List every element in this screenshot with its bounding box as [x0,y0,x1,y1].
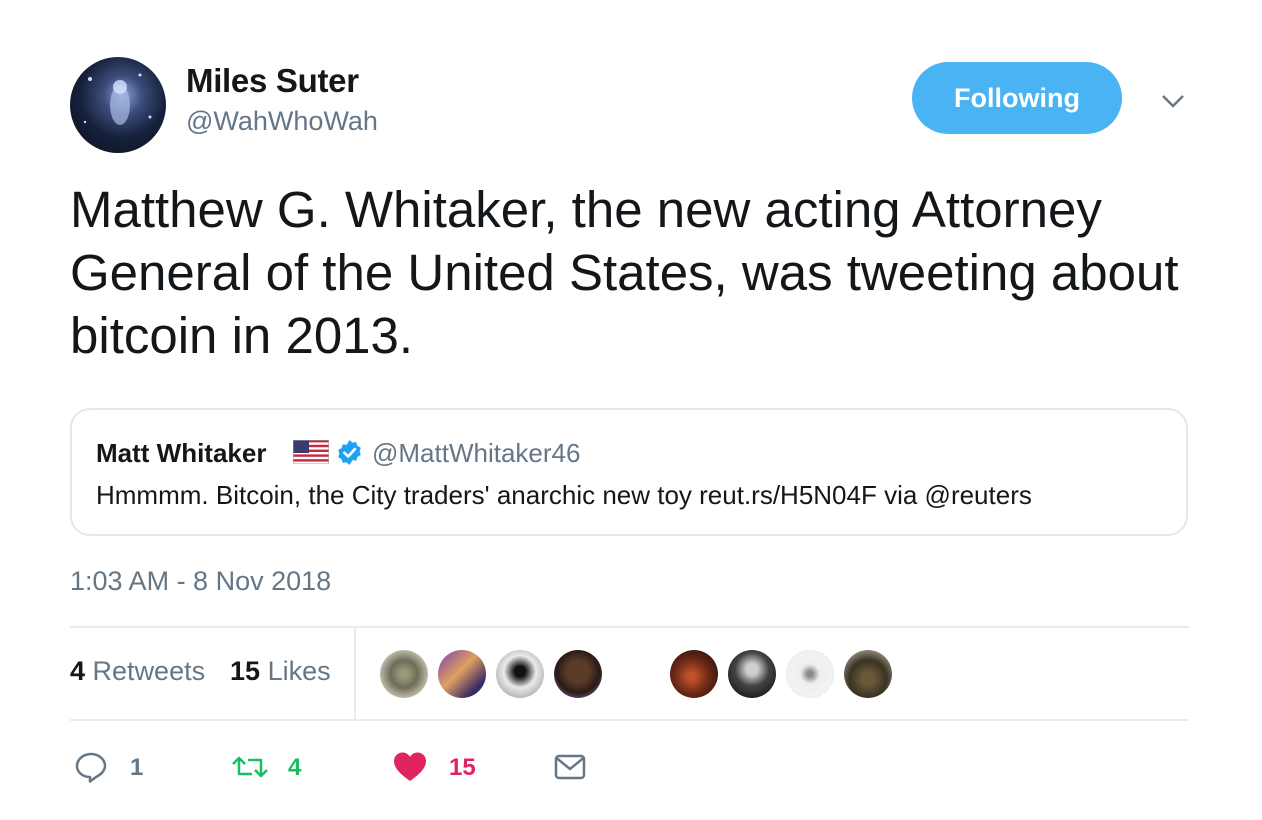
liker-avatar-2[interactable] [438,650,486,698]
author-handle[interactable]: @WahWhoWah [186,106,378,137]
liker-avatar-7[interactable] [786,650,834,698]
direct-message-icon[interactable] [553,750,587,784]
quoted-tweet-text: Hmmmm. Bitcoin, the City traders' anarch… [96,480,1032,510]
divider [70,719,1189,721]
quoted-tweet-card[interactable]: Matt Whitaker @MattWhitaker46 Hmmmm. Bit… [70,408,1188,536]
stats-divider [354,627,356,720]
quoted-author-handle: @MattWhitaker46 [372,438,581,468]
liker-avatar-6[interactable] [728,650,776,698]
author-avatar[interactable] [70,57,166,153]
profile-avatar-image [83,73,152,125]
likes-label: Likes [267,656,331,686]
retweet-count: 4 [288,754,302,781]
liker-avatar-5[interactable] [670,650,718,698]
liker-avatar-4[interactable] [554,650,602,698]
following-button[interactable]: Following [912,62,1122,134]
quoted-author-name: Matt Whitaker [96,438,267,468]
author-display-name[interactable]: Miles Suter [186,62,359,100]
us-flag-icon [293,440,329,464]
likes-count: 15 [230,656,261,686]
reply-icon[interactable] [74,750,108,784]
reply-count: 1 [130,754,144,781]
retweets-count: 4 [70,656,86,686]
retweets-label: Retweets [92,656,206,686]
tweet-timestamp[interactable]: 1:03 AM - 8 Nov 2018 [70,566,331,597]
liker-avatar-1[interactable] [380,650,428,698]
like-count: 15 [449,754,476,781]
retweet-icon[interactable] [230,750,270,784]
verified-badge-icon [338,440,361,465]
divider [70,626,1189,628]
likes-stat[interactable]: 15 Likes [230,656,331,687]
chevron-down-icon[interactable] [1158,88,1188,112]
retweets-stat[interactable]: 4 Retweets [70,656,205,687]
liker-avatar-8[interactable] [844,650,892,698]
tweet-text: Matthew G. Whitaker, the new acting Atto… [70,181,1179,364]
heart-icon[interactable] [392,750,428,784]
liker-avatar-3[interactable] [496,650,544,698]
